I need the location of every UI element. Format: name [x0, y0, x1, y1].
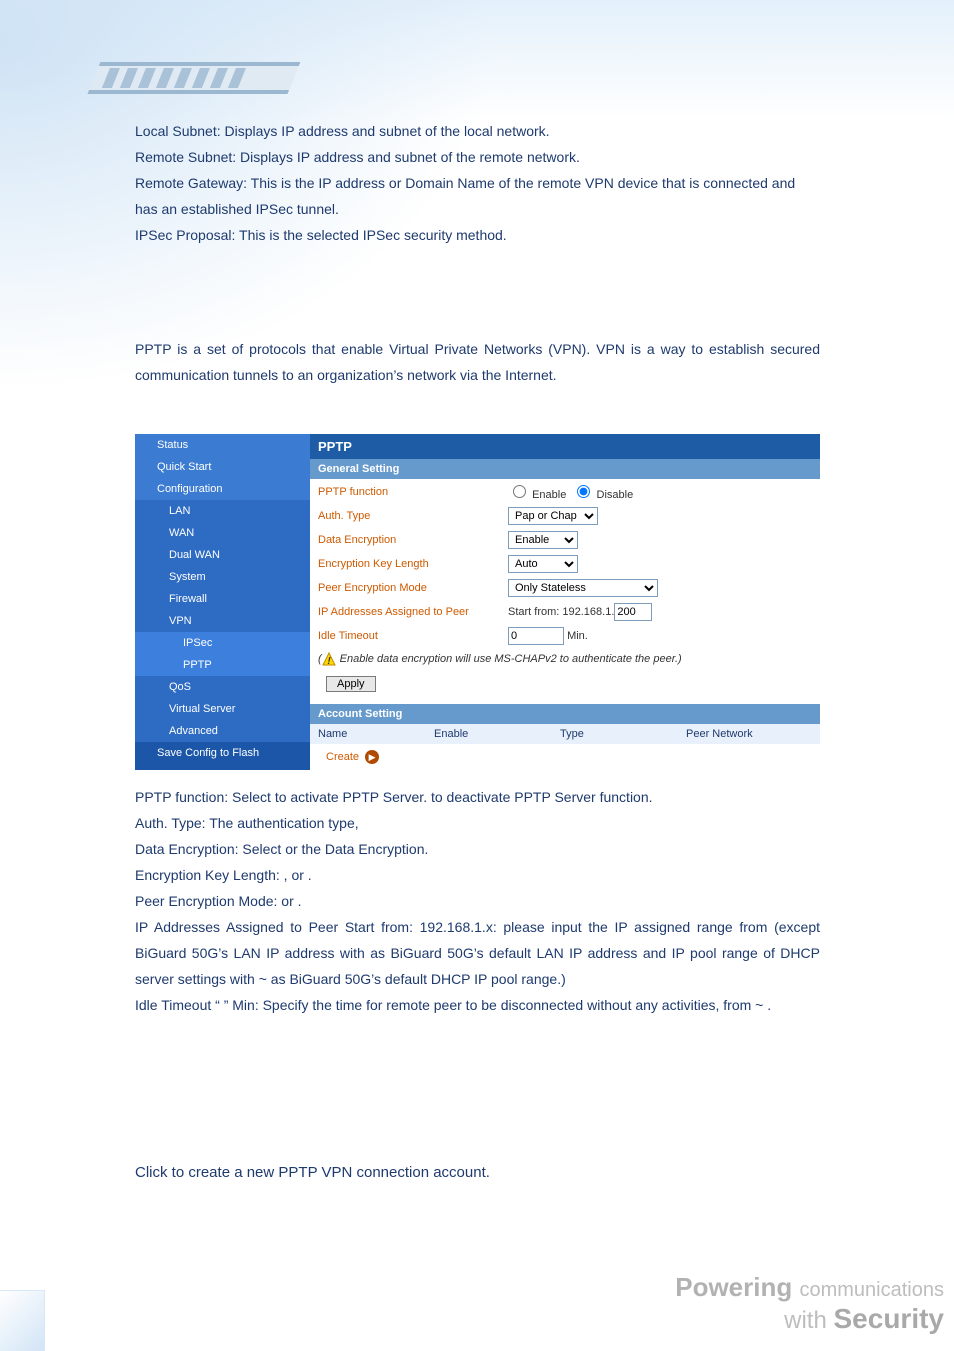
- col-type: Type: [552, 724, 678, 744]
- encryption-key-length-select[interactable]: Auto: [508, 555, 578, 573]
- peer-encryption-mode-select[interactable]: Only Stateless: [508, 579, 658, 597]
- section-title: PPTP: [310, 434, 820, 459]
- sidebar-item-system[interactable]: System: [135, 566, 310, 588]
- text-fragment: the Data Encryption.: [302, 841, 429, 857]
- text-auth-type: Auth. Type: The authentication type,: [135, 810, 820, 836]
- text-fragment: ~: [259, 971, 271, 987]
- brand-tagline: Powering communications with Security: [675, 1272, 944, 1335]
- text-fragment: .: [767, 997, 771, 1013]
- text-fragment: Encryption Key Length:: [135, 867, 284, 883]
- content-pane: PPTP General Setting PPTP function Enabl…: [310, 434, 820, 770]
- text-block-field-explanations: PPTP function: Select to activate PPTP S…: [135, 784, 820, 1018]
- text-fragment: IP Addresses Assigned to Peer Start from…: [135, 919, 774, 935]
- idle-timeout-unit: Min.: [567, 630, 588, 642]
- account-setting-header: Account Setting: [310, 704, 820, 724]
- text-fragment: ~: [755, 997, 767, 1013]
- brand-logo: [62, 58, 322, 114]
- warning-icon: !: [322, 652, 336, 666]
- auth-type-select[interactable]: Pap or Chap: [508, 507, 598, 525]
- text-fragment: Peer Encryption Mode:: [135, 893, 281, 909]
- sidebar-item-wan[interactable]: WAN: [135, 522, 310, 544]
- text-ipsec-proposal: IPSec Proposal: This is the selected IPS…: [135, 222, 820, 248]
- text-fragment: .: [308, 867, 312, 883]
- text-fragment: or: [285, 841, 301, 857]
- col-enable: Enable: [426, 724, 552, 744]
- sidebar-item-ipsec[interactable]: IPSec: [135, 632, 310, 654]
- text-fragment: as BiGuard 50G’s default DHCP IP pool ra…: [271, 971, 566, 987]
- sidebar-item-pptp[interactable]: PPTP: [135, 654, 310, 676]
- sidebar-item-qos[interactable]: QoS: [135, 676, 310, 698]
- text-remote-subnet: Remote Subnet: Displays IP address and s…: [135, 144, 820, 170]
- sidebar-nav: StatusQuick StartConfigurationLANWANDual…: [135, 434, 310, 770]
- page-corner-decoration: [0, 1290, 45, 1351]
- encryption-key-length-label: Encryption Key Length: [318, 558, 508, 570]
- sidebar-item-configuration[interactable]: Configuration: [135, 478, 310, 500]
- text-remote-gateway: Remote Gateway: This is the IP address o…: [135, 170, 820, 222]
- text-pptp-intro: PPTP is a set of protocols that enable V…: [135, 336, 820, 388]
- text-fragment: or: [291, 867, 307, 883]
- pptp-function-label: PPTP function: [318, 486, 508, 498]
- sidebar-item-advanced[interactable]: Advanced: [135, 720, 310, 742]
- sidebar-item-vpn[interactable]: VPN: [135, 610, 310, 632]
- text-local-subnet: Local Subnet: Displays IP address and su…: [135, 118, 820, 144]
- create-link[interactable]: Create: [326, 751, 359, 763]
- sidebar-item-virtual-server[interactable]: Virtual Server: [135, 698, 310, 720]
- general-setting-header: General Setting: [310, 459, 820, 479]
- sidebar-item-save-config-to-flash[interactable]: Save Config to Flash: [135, 742, 310, 764]
- sidebar-item-dual-wan[interactable]: Dual WAN: [135, 544, 310, 566]
- text-fragment: to deactivate PPTP Server function.: [431, 789, 653, 805]
- apply-button[interactable]: Apply: [326, 676, 376, 692]
- peer-encryption-mode-label: Peer Encryption Mode: [318, 582, 508, 594]
- auth-type-label: Auth. Type: [318, 510, 508, 522]
- data-encryption-label: Data Encryption: [318, 534, 508, 546]
- pptp-config-panel: StatusQuick StartConfigurationLANWANDual…: [135, 434, 820, 770]
- pptp-disable-radio[interactable]: Disable: [572, 482, 633, 501]
- play-icon[interactable]: ▶: [365, 750, 379, 764]
- text-create-instruction: Click to create a new PPTP VPN connectio…: [135, 1160, 820, 1186]
- text-block-definitions: Local Subnet: Displays IP address and su…: [135, 118, 820, 248]
- idle-timeout-label: Idle Timeout: [318, 630, 508, 642]
- text-fragment: Idle Timeout “ ” Min: Specify the time f…: [135, 997, 755, 1013]
- text-fragment: to activate PPTP Server.: [275, 789, 431, 805]
- text-fragment: .: [298, 893, 302, 909]
- text-fragment: or: [281, 893, 297, 909]
- pptp-enable-radio[interactable]: Enable: [508, 482, 566, 501]
- col-peer-network: Peer Network: [678, 724, 820, 744]
- sidebar-item-quick-start[interactable]: Quick Start: [135, 456, 310, 478]
- data-encryption-select[interactable]: Enable: [508, 531, 578, 549]
- account-table-header: Name Enable Type Peer Network: [310, 724, 820, 744]
- sidebar-item-lan[interactable]: LAN: [135, 500, 310, 522]
- text-fragment: PPTP function: Select: [135, 789, 275, 805]
- ip-assigned-input[interactable]: [614, 603, 652, 621]
- idle-timeout-input[interactable]: [508, 627, 564, 645]
- sidebar-item-status[interactable]: Status: [135, 434, 310, 456]
- encryption-note: Enable data encryption will use MS-CHAPv…: [340, 653, 678, 665]
- ip-assigned-label: IP Addresses Assigned to Peer: [318, 606, 508, 618]
- col-name: Name: [310, 724, 426, 744]
- sidebar-item-firewall[interactable]: Firewall: [135, 588, 310, 610]
- ip-assigned-prefix: Start from: 192.168.1.: [508, 606, 614, 618]
- text-fragment: Data Encryption: Select: [135, 841, 285, 857]
